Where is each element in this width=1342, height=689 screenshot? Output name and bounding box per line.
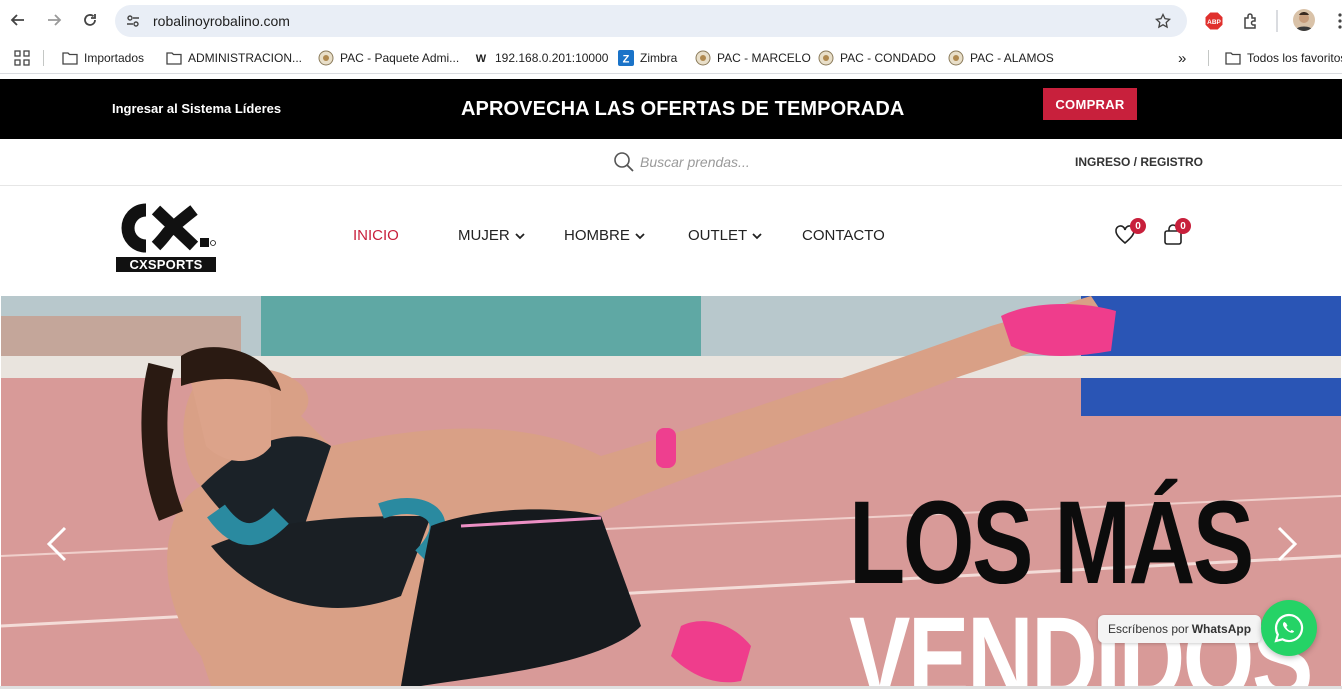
search-icon[interactable]: [613, 151, 635, 173]
apps-grid-icon[interactable]: [14, 49, 30, 67]
pac-icon: [695, 50, 711, 66]
pac-icon: [318, 50, 334, 66]
bookmark-webmin[interactable]: W 192.168.0.201:10000: [473, 49, 609, 67]
cart-count-badge: 0: [1175, 218, 1191, 234]
nav-mujer-label: MUJER: [458, 227, 510, 244]
comprar-button[interactable]: COMPRAR: [1043, 88, 1137, 120]
promo-bar: Ingresar al Sistema Líderes APROVECHA LA…: [0, 79, 1342, 139]
login-register-link[interactable]: INGRESO / REGISTRO: [1075, 155, 1203, 169]
nav-inicio-label: INICIO: [353, 227, 399, 244]
lideres-login-link[interactable]: Ingresar al Sistema Líderes: [112, 101, 281, 116]
hero-headline: LOS MÁS VENDIDOS: [849, 477, 1341, 686]
nav-outlet-label: OUTLET: [688, 227, 748, 244]
profile-avatar[interactable]: [1293, 9, 1315, 31]
bookmark-label: PAC - MARCELO: [717, 51, 811, 65]
bookmark-label: PAC - CONDADO: [840, 51, 936, 65]
cx-sports-logo[interactable]: CXSPORTS: [116, 202, 218, 272]
bookmark-label: PAC - ALAMOS: [970, 51, 1054, 65]
folder-icon: [1225, 50, 1241, 66]
svg-text:Z: Z: [623, 54, 630, 66]
main-header: CXSPORTS INICIO MUJER HOMBRE OUTLET CONT…: [0, 186, 1342, 296]
search-bar: INGRESO / REGISTRO: [0, 139, 1342, 186]
reload-icon: [84, 14, 96, 26]
nav-hombre[interactable]: HOMBRE: [564, 227, 646, 244]
nav-contacto-label: CONTACTO: [802, 227, 885, 244]
whatsapp-label[interactable]: Escríbenos por WhatsApp: [1098, 615, 1262, 643]
wishlist-count-badge: 0: [1130, 218, 1146, 234]
bookmark-label: Zimbra: [640, 51, 678, 65]
bookmark-pac-alamos[interactable]: PAC - ALAMOS: [948, 49, 1054, 67]
bookmark-label: PAC - Paquete Admi...: [340, 51, 460, 65]
forward-arrow-icon: [48, 14, 62, 26]
nav-mujer[interactable]: MUJER: [458, 227, 526, 244]
whatsapp-brand: WhatsApp: [1191, 622, 1252, 636]
back-button[interactable]: [7, 9, 29, 31]
svg-text:CXSPORTS: CXSPORTS: [129, 257, 202, 272]
all-bookmarks-folder[interactable]: Todos los favoritos: [1225, 49, 1342, 67]
bookmark-administracion[interactable]: ADMINISTRACION...: [166, 49, 302, 67]
pac-icon: [948, 50, 964, 66]
nav-outlet[interactable]: OUTLET: [688, 227, 763, 244]
chevron-down-icon: [515, 232, 525, 239]
wishlist-button[interactable]: 0: [1114, 218, 1146, 248]
nav-contacto[interactable]: CONTACTO: [802, 227, 885, 244]
url-text[interactable]: robalinoyrobalino.com: [153, 13, 290, 29]
more-bookmarks-label: »: [1178, 49, 1187, 67]
chevron-down-icon: [635, 232, 645, 239]
bookmark-label: Todos los favoritos: [1247, 51, 1342, 65]
chevron-down-icon: [752, 232, 762, 239]
browser-toolbar: robalinoyrobalino.com ABP: [0, 0, 1342, 42]
address-bar[interactable]: robalinoyrobalino.com: [115, 5, 1187, 37]
svg-text:W: W: [476, 53, 487, 65]
reload-button[interactable]: [79, 9, 101, 31]
bookmark-importados[interactable]: Importados: [62, 49, 144, 67]
whatsapp-button[interactable]: [1261, 600, 1317, 656]
bookmark-pac-paquete[interactable]: PAC - Paquete Admi...: [318, 49, 459, 67]
bookmarks-divider: [43, 50, 44, 66]
bookmark-label: Importados: [84, 51, 145, 65]
bookmark-label: ADMINISTRACION...: [188, 51, 303, 65]
svg-text:ABP: ABP: [1207, 19, 1221, 26]
promo-headline: APROVECHA LAS OFERTAS DE TEMPORADA: [461, 98, 905, 120]
hero-line1: LOS MÁS: [849, 477, 1254, 609]
cart-button[interactable]: 0: [1162, 218, 1191, 248]
toolbar-divider: [1276, 10, 1278, 32]
adblock-plus-icon[interactable]: ABP: [1204, 11, 1224, 31]
nav-inicio[interactable]: INICIO: [353, 227, 399, 244]
site-settings-icon[interactable]: [123, 11, 143, 31]
bookmark-zimbra[interactable]: Z Zimbra: [618, 49, 677, 67]
forward-button[interactable]: [43, 9, 65, 31]
whatsapp-prefix: Escríbenos por: [1108, 622, 1189, 636]
nav-hombre-label: HOMBRE: [564, 227, 630, 244]
extensions-icon[interactable]: [1241, 11, 1261, 31]
more-bookmarks-button[interactable]: »: [1178, 49, 1186, 67]
folder-icon: [166, 50, 182, 66]
bookmark-pac-marcelo[interactable]: PAC - MARCELO: [695, 49, 811, 67]
bookmark-label: 192.168.0.201:10000: [495, 51, 609, 65]
slider-prev-icon[interactable]: [45, 524, 69, 564]
folder-icon: [62, 50, 78, 66]
bookmarks-bar: Importados ADMINISTRACION... PAC - Paque…: [0, 42, 1342, 74]
webmin-icon: W: [473, 50, 489, 66]
bookmark-star-icon[interactable]: [1153, 11, 1173, 31]
zimbra-icon: Z: [618, 50, 634, 66]
bookmark-pac-condado[interactable]: PAC - CONDADO: [818, 49, 936, 67]
kebab-menu-icon[interactable]: [1330, 11, 1342, 31]
back-arrow-icon: [10, 14, 24, 26]
bookmarks-divider: [1208, 50, 1209, 66]
slider-next-icon[interactable]: [1275, 524, 1299, 564]
search-input[interactable]: [640, 150, 940, 174]
whatsapp-icon: [1274, 613, 1304, 643]
pac-icon: [818, 50, 834, 66]
